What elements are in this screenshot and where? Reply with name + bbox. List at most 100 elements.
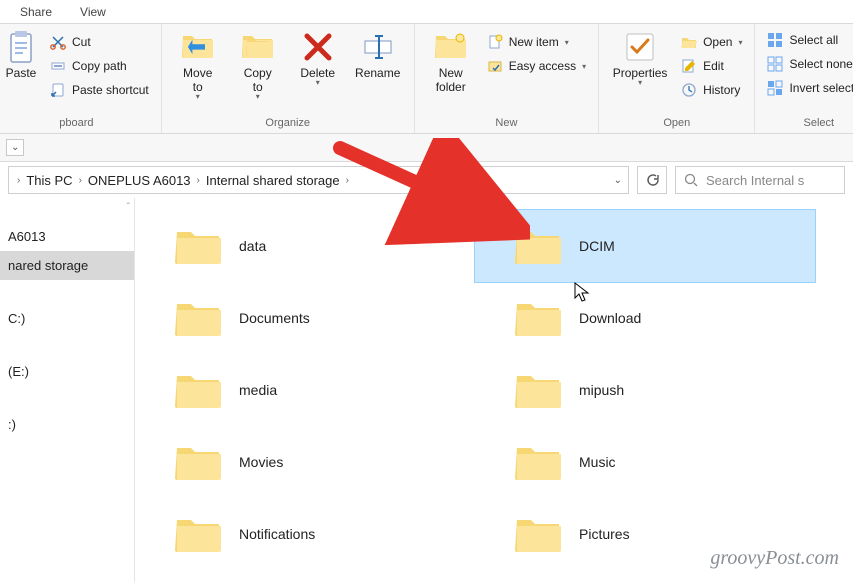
easy-access-button[interactable]: Easy access ▾ — [483, 56, 590, 76]
folder-icon — [175, 226, 223, 266]
folder-item[interactable]: mipush — [475, 354, 815, 426]
rename-icon — [361, 30, 395, 64]
clipboard-icon — [7, 30, 35, 64]
move-to-icon — [181, 30, 215, 64]
ribbon-group-open: Properties ▾ Open ▾ Edit History Op — [599, 24, 755, 133]
folder-label: Download — [579, 310, 641, 326]
move-to-button[interactable]: Move to ▾ — [170, 28, 226, 101]
folder-label: DCIM — [579, 238, 615, 254]
address-bar[interactable]: › This PC › ONEPLUS A6013 › Internal sha… — [8, 166, 629, 194]
easy-access-icon — [487, 58, 503, 74]
select-all-icon — [767, 32, 783, 48]
chevron-right-icon[interactable]: › — [195, 175, 202, 186]
tab-share[interactable]: Share — [6, 1, 66, 23]
nav-item-drive-c[interactable]: C:) — [0, 304, 134, 333]
delete-x-icon — [301, 30, 335, 64]
folder-label: Notifications — [239, 526, 315, 542]
select-none-button[interactable]: Select none — [763, 54, 853, 74]
properties-check-icon — [623, 30, 657, 64]
chevron-down-icon: ▾ — [196, 92, 200, 101]
chevron-right-icon[interactable]: › — [15, 175, 22, 186]
chevron-right-icon[interactable]: › — [344, 175, 351, 186]
chevron-down-icon[interactable]: ⌄ — [614, 175, 622, 186]
folder-item[interactable]: DCIM — [475, 210, 815, 282]
chevron-down-icon: ▾ — [638, 78, 642, 87]
folder-icon — [175, 514, 223, 554]
folder-icon — [175, 442, 223, 482]
folder-item[interactable]: media — [135, 354, 475, 426]
chevron-down-icon: ▾ — [256, 92, 260, 101]
chevron-down-icon: ▾ — [316, 78, 320, 87]
chevron-right-icon[interactable]: › — [77, 175, 84, 186]
ribbon-group-new: New folder New item ▾ Easy access ▾ New — [415, 24, 599, 133]
folder-grid: data DCIM Documents Download media mipush Movi… — [135, 210, 853, 570]
folder-label: Movies — [239, 454, 283, 470]
folder-item[interactable]: Notifications — [135, 498, 475, 570]
folder-label: mipush — [579, 382, 624, 398]
folder-icon — [515, 514, 563, 554]
ribbon-group-organize: Move to ▾ Copy to ▾ Delete ▾ Rename Orga… — [162, 24, 415, 133]
folder-label: media — [239, 382, 277, 398]
history-icon — [681, 82, 697, 98]
folder-icon — [175, 298, 223, 338]
folder-label: data — [239, 238, 266, 254]
select-none-icon — [767, 56, 783, 72]
nav-item-drive-e[interactable]: (E:) — [0, 357, 134, 386]
copy-path-icon — [50, 58, 66, 74]
delete-button[interactable]: Delete ▾ — [290, 28, 346, 87]
paste-shortcut-icon — [50, 82, 66, 98]
folder-item[interactable]: Documents — [135, 282, 475, 354]
folder-icon — [515, 226, 563, 266]
edit-icon — [681, 58, 697, 74]
quick-access-bar: ⌄ — [0, 134, 853, 162]
ribbon-group-clipboard: Paste Cut Copy path Paste shortcut pboar… — [0, 24, 162, 133]
properties-button[interactable]: Properties ▾ — [607, 28, 673, 87]
nav-item-device[interactable]: A6013 — [0, 222, 134, 251]
invert-selection-icon — [767, 80, 783, 96]
open-button[interactable]: Open ▾ — [677, 32, 746, 52]
refresh-button[interactable] — [637, 166, 667, 194]
search-input[interactable]: Search Internal s — [675, 166, 845, 194]
nav-item-storage[interactable]: nared storage — [0, 251, 134, 280]
tab-view[interactable]: View — [66, 1, 120, 23]
folder-item[interactable]: Movies — [135, 426, 475, 498]
folder-item[interactable]: Music — [475, 426, 815, 498]
invert-selection-button[interactable]: Invert selection — [763, 78, 853, 98]
new-item-button[interactable]: New item ▾ — [483, 32, 590, 52]
refresh-icon — [645, 173, 659, 187]
ribbon: Paste Cut Copy path Paste shortcut pboar… — [0, 24, 853, 134]
crumb-storage[interactable]: Internal shared storage — [204, 173, 342, 188]
folder-label: Documents — [239, 310, 310, 326]
chevron-up-icon[interactable]: ˆ — [127, 202, 130, 213]
crumb-this-pc[interactable]: This PC — [24, 173, 74, 188]
select-all-button[interactable]: Select all — [763, 30, 853, 50]
nav-item-last[interactable]: :) — [0, 410, 134, 439]
rename-button[interactable]: Rename — [350, 28, 406, 80]
folder-item[interactable]: data — [135, 210, 475, 282]
crumb-device[interactable]: ONEPLUS A6013 — [86, 173, 193, 188]
folder-icon — [175, 370, 223, 410]
open-folder-icon — [681, 34, 697, 50]
cut-button[interactable]: Cut — [46, 32, 153, 52]
ribbon-group-select: Select all Select none Invert selection … — [755, 24, 853, 133]
folder-label: Pictures — [579, 526, 630, 542]
watermark: groovyPost.com — [710, 547, 839, 570]
copy-to-icon — [241, 30, 275, 64]
copy-path-button[interactable]: Copy path — [46, 56, 153, 76]
ribbon-tabstrip: Share View — [0, 0, 853, 24]
paste-shortcut-button[interactable]: Paste shortcut — [46, 80, 153, 100]
new-folder-button[interactable]: New folder — [423, 28, 479, 94]
chevron-down-icon[interactable]: ⌄ — [6, 139, 24, 156]
search-icon — [684, 173, 698, 187]
copy-to-button[interactable]: Copy to ▾ — [230, 28, 286, 101]
folder-icon — [515, 370, 563, 410]
edit-button[interactable]: Edit — [677, 56, 746, 76]
new-folder-icon — [434, 30, 468, 64]
folder-label: Music — [579, 454, 616, 470]
navigation-pane: ˆ A6013 nared storage C:) (E:) :) — [0, 198, 135, 582]
scissors-icon — [50, 34, 66, 50]
history-button[interactable]: History — [677, 80, 746, 100]
folder-item[interactable]: Download — [475, 282, 815, 354]
address-row: › This PC › ONEPLUS A6013 › Internal sha… — [0, 162, 853, 198]
paste-button[interactable]: Paste — [0, 28, 42, 80]
